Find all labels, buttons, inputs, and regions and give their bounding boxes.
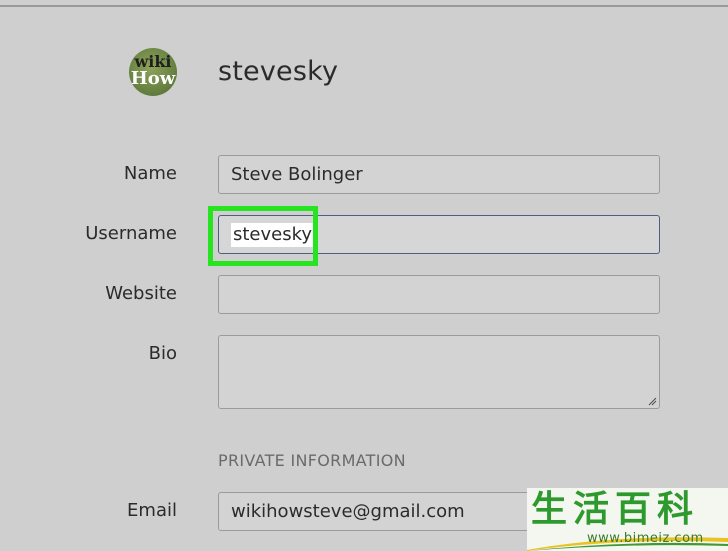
website-label: Website: [105, 283, 177, 304]
watermark: 生活百科 www.bimeiz.com: [527, 488, 728, 551]
name-field[interactable]: Steve Bolinger: [218, 155, 660, 194]
bio-label: Bio: [148, 343, 177, 364]
watermark-chinese-text: 生活百科: [531, 489, 700, 530]
name-label: Name: [123, 163, 177, 184]
email-field-value: wikihowsteve@gmail.com: [231, 501, 465, 522]
avatar[interactable]: wiki How: [129, 48, 177, 96]
resize-handle-icon[interactable]: [647, 396, 657, 406]
avatar-text-bottom: How: [130, 68, 176, 89]
watermark-url: www.bimeiz.com: [587, 531, 704, 546]
email-label: Email: [127, 500, 177, 521]
highlight-box: [208, 206, 318, 266]
name-field-value: Steve Bolinger: [231, 164, 363, 185]
username-label: Username: [85, 223, 177, 244]
private-information-heading: PRIVATE INFORMATION: [218, 451, 406, 470]
bio-textarea[interactable]: [218, 335, 660, 409]
top-divider: [0, 5, 728, 7]
profile-handle: stevesky: [218, 56, 339, 87]
website-field[interactable]: [218, 275, 660, 314]
